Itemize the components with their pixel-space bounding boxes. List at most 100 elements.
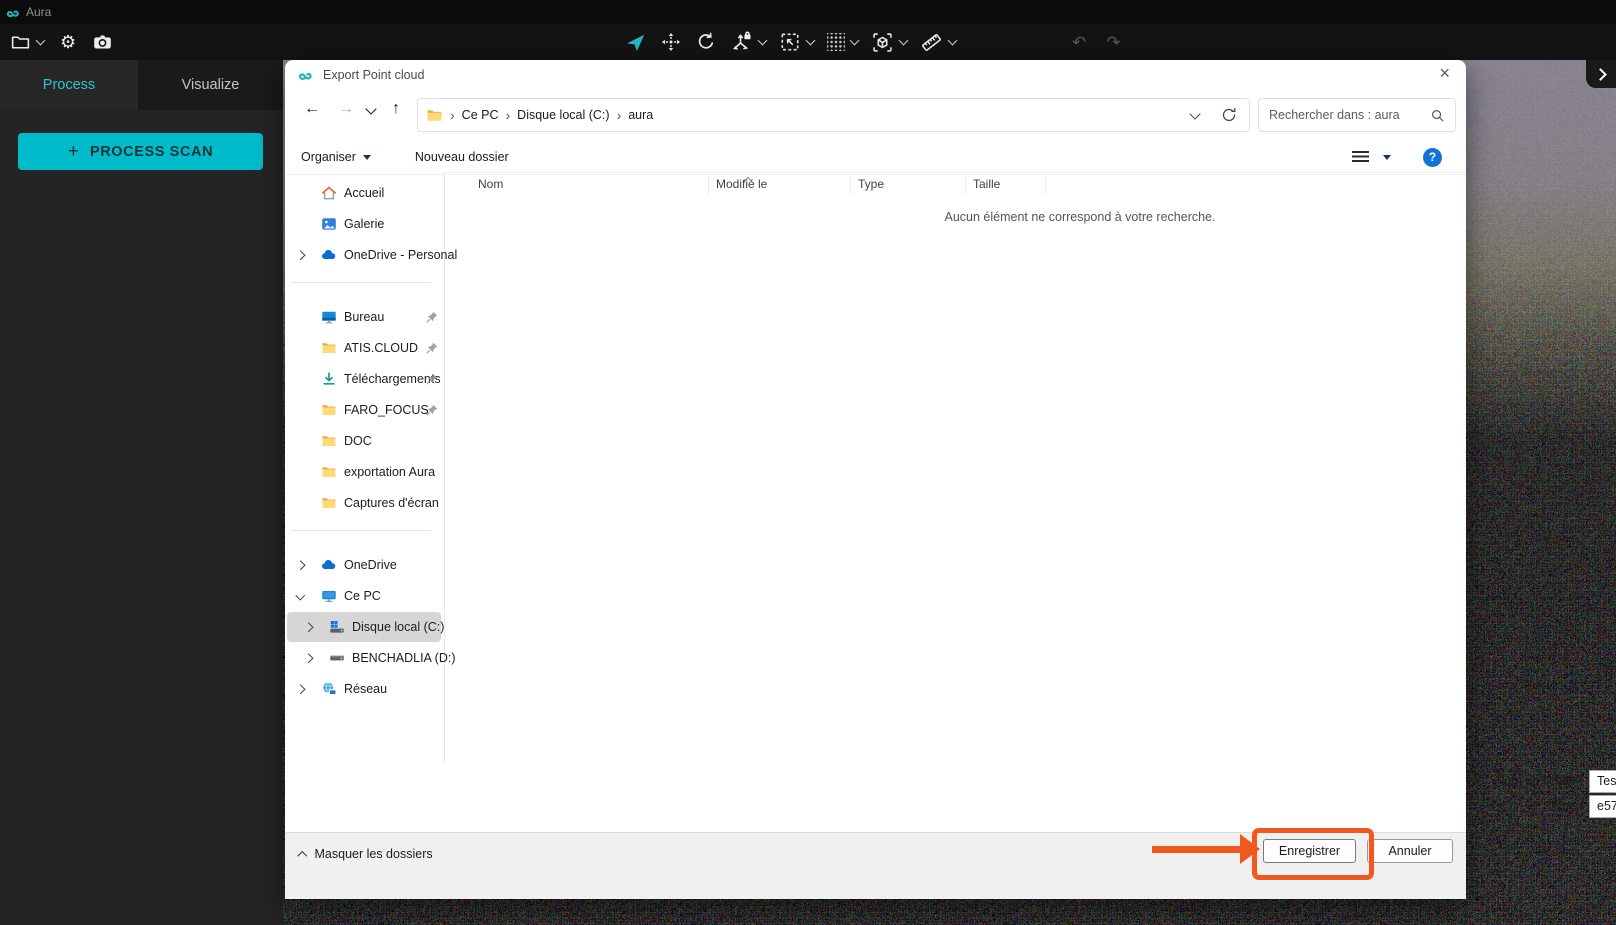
filetype-label: Type :: [1548, 799, 1583, 813]
expand-chevron-icon[interactable]: [303, 653, 313, 663]
chevron-down-icon[interactable]: [757, 35, 768, 46]
tab-process[interactable]: Process: [0, 60, 138, 110]
view-options-chevron-icon[interactable]: [1383, 154, 1391, 160]
refresh-icon[interactable]: [1221, 107, 1237, 123]
sidebar-item-galerie[interactable]: Galerie: [287, 209, 441, 239]
chevron-down-icon: [362, 154, 371, 160]
settings-button[interactable]: ⚙: [60, 33, 76, 51]
download-icon: [321, 371, 337, 387]
search-input[interactable]: Rechercher dans : aura: [1258, 98, 1456, 132]
view-list-icon[interactable]: [1352, 150, 1369, 164]
chevron-up-icon: [297, 851, 307, 861]
onedrive-cloud-icon: [321, 247, 337, 263]
back-button[interactable]: ←: [304, 101, 320, 117]
crumb-separator-icon: ›: [616, 107, 622, 123]
breadcrumb-item-aura[interactable]: aura: [628, 108, 653, 122]
pin-icon: [425, 403, 439, 417]
filename-label: Nom du fichier :: [1495, 774, 1583, 788]
tab-visualize[interactable]: Visualize: [138, 60, 283, 110]
redo-button[interactable]: ↷: [1106, 34, 1120, 51]
sidebar-item-captures-ecran[interactable]: Captures d'écran: [287, 488, 441, 518]
navigate-tool-button[interactable]: [624, 31, 647, 54]
sidebar-item-disque-local-c[interactable]: Disque local (C:): [287, 612, 444, 642]
sidebar-item-exportation-aura[interactable]: exportation Aura: [287, 457, 441, 487]
sidebar-item-reseau[interactable]: Réseau: [287, 674, 441, 704]
breadcrumb[interactable]: › Ce PC › Disque local (C:) › aura: [417, 98, 1250, 132]
network-icon: [321, 681, 337, 697]
collapse-chevron-icon[interactable]: [295, 590, 305, 600]
search-placeholder: Rechercher dans : aura: [1269, 108, 1400, 122]
sidebar-item-doc[interactable]: DOC: [287, 426, 441, 456]
clipping-box-tool-button[interactable]: [871, 31, 909, 54]
dialog-title: Export Point cloud: [323, 68, 425, 82]
breadcrumb-item-cepc[interactable]: Ce PC: [462, 108, 499, 122]
move-tool-button[interactable]: [660, 31, 682, 53]
recent-locations-chevron-icon[interactable]: [365, 103, 377, 115]
screenshot-button[interactable]: [92, 32, 113, 53]
axis-lock-tool-button[interactable]: [730, 31, 768, 54]
pin-icon: [425, 310, 439, 324]
chevron-down-icon[interactable]: [805, 35, 816, 46]
export-dialog: Export Point cloud × ← → ↑ › Ce PC › Dis…: [285, 60, 1616, 899]
folder-icon: [321, 402, 337, 418]
breadcrumb-item-disque-c[interactable]: Disque local (C:): [517, 108, 609, 122]
selection-tool-button[interactable]: [779, 31, 816, 53]
sidebar-item-ce-pc[interactable]: Ce PC: [287, 581, 441, 611]
sidebar-item-onedrive[interactable]: OneDrive: [287, 550, 441, 580]
expand-chevron-icon[interactable]: [295, 560, 305, 570]
address-dropdown-chevron-icon[interactable]: [1189, 107, 1201, 120]
open-project-button[interactable]: [10, 32, 46, 53]
help-button[interactable]: ?: [1423, 147, 1442, 167]
column-header-type[interactable]: Type: [858, 177, 884, 191]
sidebar-item-accueil[interactable]: Accueil: [287, 178, 441, 208]
dialog-titlebar[interactable]: Export Point cloud ×: [285, 60, 1466, 90]
expand-chevron-icon[interactable]: [295, 684, 305, 694]
annotation-highlight-box: [1252, 828, 1374, 880]
cancel-button[interactable]: Annuler: [1367, 839, 1453, 863]
process-scan-button[interactable]: + PROCESS SCAN: [18, 133, 263, 170]
folder-icon: [10, 32, 31, 53]
column-header-nom[interactable]: Nom: [478, 177, 503, 191]
column-header-modifie[interactable]: Modifié le: [716, 177, 767, 191]
rotate-tool-button[interactable]: [695, 31, 717, 53]
sidebar-item-bureau[interactable]: Bureau: [287, 302, 441, 332]
chevron-down-icon[interactable]: [947, 35, 958, 46]
dialog-navrow: ← → ↑ › Ce PC › Disque local (C:) › aura…: [285, 90, 1466, 140]
pin-icon: [425, 372, 439, 386]
measure-tool-button[interactable]: [920, 31, 958, 54]
side-panel-expand-tab[interactable]: [1586, 60, 1616, 88]
sidebar-item-label: OneDrive - Personal: [344, 248, 458, 262]
axis-lock-icon: [730, 31, 753, 54]
search-icon[interactable]: [1430, 108, 1445, 123]
chevron-down-icon[interactable]: [849, 35, 860, 46]
hide-folders-button[interactable]: Masquer les dossiers: [297, 847, 433, 861]
column-header-taille[interactable]: Taille: [973, 177, 1000, 191]
organize-button[interactable]: Organiser: [301, 150, 371, 164]
sidebar-item-label: Réseau: [344, 682, 388, 696]
sidebar-item-onedrive-personal[interactable]: OneDrive - Personal: [287, 240, 457, 270]
new-folder-button[interactable]: Nouveau dossier: [415, 150, 509, 164]
expand-chevron-icon[interactable]: [295, 250, 305, 260]
close-icon[interactable]: ×: [1433, 63, 1456, 84]
expand-chevron-icon[interactable]: [303, 622, 313, 632]
onedrive-cloud-icon: [321, 557, 337, 573]
sidebar-item-faro-focus[interactable]: FARO_FOCUS: [287, 395, 441, 425]
sidebar-item-label: OneDrive: [344, 558, 397, 572]
sidebar-item-atis-cloud[interactable]: ATIS.CLOUD: [287, 333, 441, 363]
folder-icon: [426, 107, 443, 124]
chevron-down-icon[interactable]: [35, 35, 46, 46]
app-titlebar: Aura: [0, 0, 1616, 24]
forward-button[interactable]: →: [338, 101, 354, 117]
file-list-header: Nom Modifié le Type Taille: [445, 172, 1466, 197]
up-button[interactable]: ↑: [392, 101, 400, 117]
point-density-tool-button[interactable]: [827, 33, 860, 51]
undo-button[interactable]: ↶: [1072, 34, 1086, 51]
filename-input[interactable]: Test: [1589, 769, 1616, 793]
chevron-down-icon[interactable]: [898, 35, 909, 46]
drive-icon: [329, 650, 345, 666]
hide-folders-label: Masquer les dossiers: [314, 847, 433, 861]
system-drive-icon: [329, 619, 345, 635]
sidebar-item-telechargements[interactable]: Téléchargements: [287, 364, 441, 394]
filetype-select[interactable]: e57: [1589, 794, 1616, 818]
sidebar-item-benchadlia-d[interactable]: BENCHADLIA (D:): [287, 643, 456, 673]
